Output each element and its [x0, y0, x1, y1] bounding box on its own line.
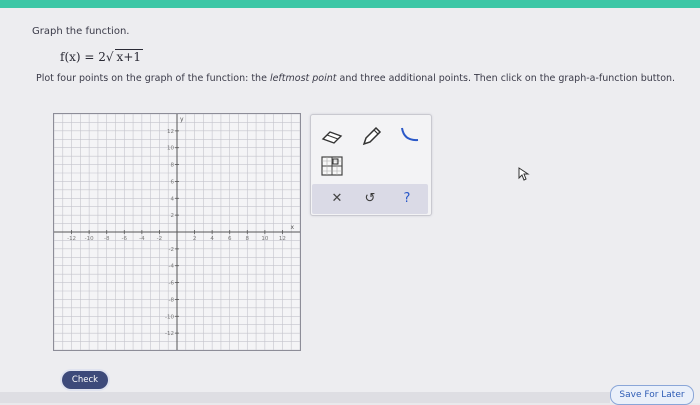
x-tick-label: 8 [246, 236, 250, 242]
help-button[interactable]: ? [397, 190, 417, 208]
x-tick-label: 12 [279, 236, 286, 242]
y-tick-label: 8 [171, 163, 175, 169]
top-accent-bar [0, 0, 700, 8]
y-axis-label: y [180, 116, 184, 123]
eraser-tool[interactable] [321, 127, 343, 149]
undo-button[interactable]: ↺ [360, 190, 380, 208]
x-tick-label: 10 [261, 236, 268, 242]
plot-emphasis: leftmost point [269, 73, 337, 84]
mouse-cursor-icon [518, 166, 530, 185]
plot-instructions: Plot four points on the graph of the fun… [36, 73, 675, 84]
y-tick-label: 12 [167, 129, 174, 135]
x-tick-label: -12 [67, 236, 76, 242]
pencil-tool[interactable] [359, 125, 383, 149]
y-tick-label: -8 [169, 297, 175, 303]
coordinate-plane[interactable]: x y -12 -10 -8 -6 -4 -2 2 4 6 8 10 12 12 10 8 6 4 2 -2 -4 -6 -8… [54, 114, 300, 350]
save-for-later-button[interactable]: Save For Later [610, 385, 694, 405]
x-tick-label: 6 [228, 236, 232, 242]
x-tick-label: 4 [210, 236, 214, 242]
formula-radicand: x+1 [114, 49, 144, 64]
graph-a-function-icon [321, 156, 343, 176]
toolbox-action-bar: ✕ ↺ ? [312, 184, 428, 214]
x-tick-label: -4 [139, 236, 145, 242]
question-panel: Graph the function. f(x) = 2√ x+1 Plot fo… [0, 8, 700, 405]
close-button[interactable]: ✕ [327, 190, 347, 208]
y-tick-label: 6 [171, 179, 175, 185]
y-tick-label: 2 [171, 213, 175, 219]
x-tick-label: 2 [193, 236, 197, 242]
formula-lhs: f(x) = 2 [60, 50, 106, 64]
y-tick-label: 4 [171, 196, 175, 202]
pencil-icon [362, 126, 382, 146]
bottom-strip [0, 392, 610, 403]
plot-suffix: and three additional points. Then click … [336, 73, 676, 84]
check-button[interactable]: Check [62, 371, 108, 389]
curve-icon [401, 127, 419, 142]
x-axis-label: x [290, 224, 294, 231]
y-tick-label: -12 [165, 331, 174, 337]
x-tick-label: -6 [122, 236, 128, 242]
graph-area[interactable]: x y -12 -10 -8 -6 -4 -2 2 4 6 8 10 12 12 10 8 6 4 2 -2 -4 -6 -8… [53, 113, 301, 351]
y-tick-label: -4 [169, 264, 175, 270]
x-tick-label: -8 [104, 236, 110, 242]
function-formula: f(x) = 2√ x+1 [60, 49, 144, 64]
radical-sign: √ [105, 50, 114, 64]
x-tick-label: -10 [85, 236, 94, 242]
y-tick-label: -2 [169, 247, 174, 253]
instruction-text: Graph the function. [32, 26, 130, 37]
graph-a-function-tool[interactable] [320, 155, 344, 177]
curve-tool[interactable] [397, 123, 423, 149]
y-tick-label: -6 [169, 281, 175, 287]
x-tick-label: -2 [157, 236, 162, 242]
plot-prefix: Plot four points on the graph of the fun… [36, 73, 270, 84]
y-tick-label: 10 [167, 146, 174, 152]
eraser-icon [321, 131, 343, 144]
y-tick-label: -10 [165, 314, 174, 320]
